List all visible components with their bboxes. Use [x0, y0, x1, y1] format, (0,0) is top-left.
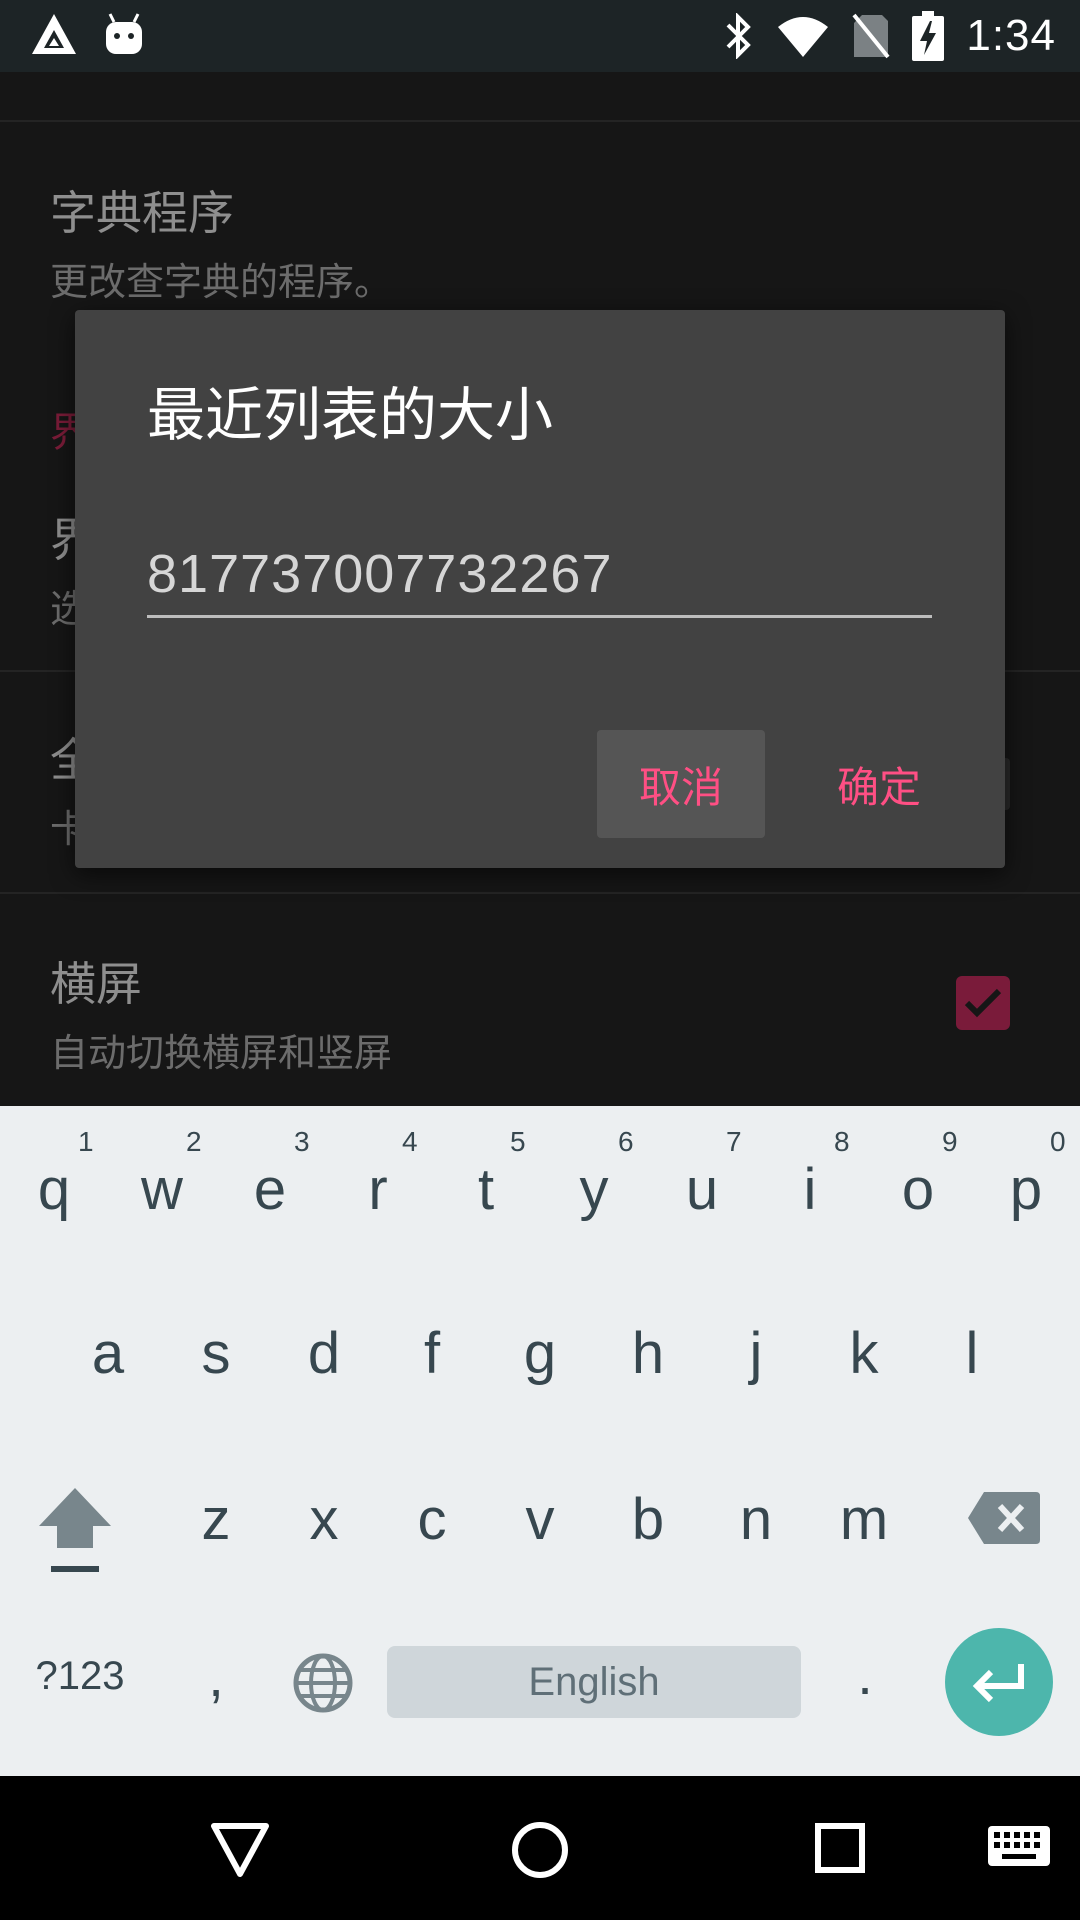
landscape-checkbox[interactable]	[956, 976, 1010, 1030]
recents-icon[interactable]	[814, 1822, 866, 1874]
period-key[interactable]: .	[830, 1642, 900, 1707]
battery-charging-icon	[912, 11, 945, 61]
divider	[0, 892, 1080, 894]
key-q[interactable]: q	[0, 1156, 108, 1223]
key-h[interactable]: h	[594, 1320, 702, 1387]
bluetooth-icon	[726, 13, 752, 59]
shift-key[interactable]	[30, 1484, 120, 1580]
pref-landscape[interactable]: 横屏 自动切换横屏和竖屏	[50, 948, 392, 1077]
soft-keyboard: 1 2 3 4 5 6 7 8 9 0 q w e r t y u i o p …	[0, 1106, 1080, 1776]
key-o[interactable]: o	[864, 1156, 972, 1223]
key-n[interactable]: n	[702, 1486, 810, 1553]
key-hint: 2	[186, 1126, 202, 1157]
key-hint: 4	[402, 1126, 418, 1157]
key-e[interactable]: e	[216, 1156, 324, 1223]
key-i[interactable]: i	[756, 1156, 864, 1223]
key-hint: 7	[726, 1126, 742, 1157]
key-c[interactable]: c	[378, 1486, 486, 1553]
pref-summary: 更改查字典的程序。	[50, 260, 393, 304]
shift-icon	[39, 1488, 111, 1572]
key-hint: 9	[942, 1126, 958, 1157]
key-hint: 0	[1050, 1126, 1066, 1157]
language-key[interactable]	[292, 1652, 354, 1714]
backspace-icon	[968, 1492, 1040, 1544]
clock: 1:34	[966, 11, 1056, 60]
key-w[interactable]: w	[108, 1156, 216, 1223]
space-key[interactable]: English	[387, 1646, 801, 1718]
enter-key[interactable]	[945, 1628, 1053, 1736]
key-g[interactable]: g	[486, 1320, 594, 1387]
key-p[interactable]: p	[972, 1156, 1080, 1223]
key-k[interactable]: k	[810, 1320, 918, 1387]
key-j[interactable]: j	[702, 1320, 810, 1387]
enter-icon	[972, 1664, 1024, 1703]
no-sim-icon	[852, 13, 890, 59]
home-icon[interactable]	[510, 1820, 570, 1880]
keyboard-icon[interactable]	[988, 1826, 1050, 1870]
notification-triangle-icon	[32, 14, 76, 54]
backspace-key[interactable]	[966, 1488, 1042, 1548]
key-f[interactable]: f	[378, 1320, 486, 1387]
divider	[0, 120, 1080, 122]
key-a[interactable]: a	[54, 1320, 162, 1387]
status-bar: 1:34	[0, 0, 1080, 72]
key-v[interactable]: v	[486, 1486, 594, 1553]
key-l[interactable]: l	[918, 1320, 1026, 1387]
key-r[interactable]: r	[324, 1156, 432, 1223]
pref-summary: 自动切换横屏和竖屏	[50, 1031, 393, 1075]
key-z[interactable]: z	[162, 1486, 270, 1553]
key-hint: 8	[834, 1126, 850, 1157]
key-y[interactable]: y	[540, 1156, 648, 1223]
key-hint: 6	[618, 1126, 634, 1157]
key-d[interactable]: d	[270, 1320, 378, 1387]
ok-button[interactable]: 确定	[795, 730, 963, 838]
key-b[interactable]: b	[594, 1486, 702, 1553]
size-input[interactable]: 817737007732267	[147, 538, 932, 618]
cancel-button[interactable]: 取消	[597, 730, 765, 838]
symbols-key[interactable]: ?123	[20, 1654, 140, 1699]
navigation-bar	[0, 1776, 1080, 1920]
globe-icon	[293, 1653, 353, 1713]
key-hint: 3	[294, 1126, 310, 1157]
dialog-title: 最近列表的大小	[147, 381, 554, 449]
recent-list-size-dialog: 最近列表的大小 817737007732267 取消 确定	[75, 310, 1005, 868]
wifi-icon	[778, 17, 829, 57]
checkmark-icon	[964, 988, 1002, 1018]
back-icon[interactable]	[210, 1822, 270, 1878]
android-icon	[106, 13, 142, 54]
comma-key[interactable]: ,	[176, 1644, 256, 1709]
key-m[interactable]: m	[810, 1486, 918, 1553]
key-u[interactable]: u	[648, 1156, 756, 1223]
pref-title: 字典程序	[50, 186, 234, 240]
key-t[interactable]: t	[432, 1156, 540, 1223]
key-x[interactable]: x	[270, 1486, 378, 1553]
key-hint: 1	[78, 1126, 94, 1157]
key-s[interactable]: s	[162, 1320, 270, 1387]
key-hint: 5	[510, 1126, 526, 1157]
pref-title: 横屏	[50, 957, 142, 1011]
pref-dictionary[interactable]: 字典程序 更改查字典的程序。	[50, 177, 392, 306]
